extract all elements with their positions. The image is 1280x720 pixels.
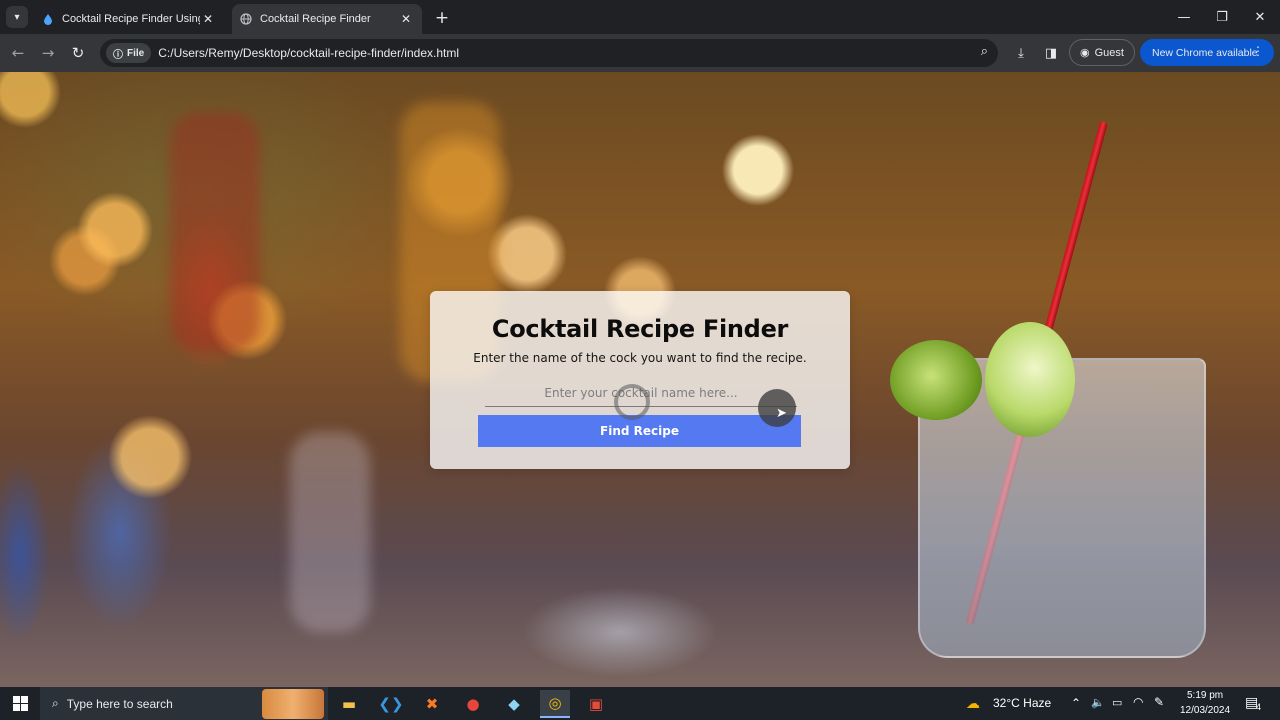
close-icon[interactable]: ✕ [398,11,414,27]
info-icon: ⓘ [113,49,123,61]
profile-label: Guest [1094,46,1124,59]
update-chrome-button[interactable]: New Chrome available ⋮ [1140,39,1274,66]
arrow-right-icon: → [41,44,55,62]
page-title: Cocktail Recipe Finder [491,315,789,343]
vscode-icon[interactable]: ❮❯ [376,690,406,718]
search-highlight-image [262,689,324,719]
drop-favicon-icon [44,14,52,25]
site-info-label: File [127,47,145,59]
click-ring-indicator [614,384,650,420]
minimize-icon: — [1177,9,1191,25]
find-recipe-button[interactable]: Find Recipe [478,415,801,447]
update-label: New Chrome available [1152,46,1258,59]
clock-date[interactable]: 12/03/2024 [1180,705,1230,716]
restore-button[interactable]: ❐ [1211,6,1233,28]
chrome-alt-icon[interactable]: ● [458,690,488,718]
close-icon: ✕ [1254,9,1266,25]
background-bottle [170,112,260,352]
reload-button[interactable]: ↻ [67,42,89,64]
search-placeholder: Type here to search [66,696,173,711]
app-red-icon[interactable]: ▣ [581,690,611,718]
tab-search-button[interactable]: ▾ [6,6,28,28]
close-window-button[interactable]: ✕ [1249,6,1271,28]
battery-icon[interactable]: ▭ [1112,696,1122,709]
lime-slice [985,322,1075,437]
address-bar[interactable]: ⓘ File C:/Users/Remy/Desktop/cocktail-re… [100,39,998,67]
volume-icon[interactable]: 🔈 [1091,696,1105,709]
arrow-left-icon: ← [11,44,25,62]
reload-icon: ↻ [71,44,85,62]
mouse-pointer-icon: ➤ [776,406,787,421]
back-button[interactable]: ← [7,42,29,64]
notification-count: 4 [1256,702,1262,712]
download-button[interactable]: ⤓ [1010,42,1032,64]
page-subtitle: Enter the name of the cock you want to f… [473,351,807,365]
background-bottle [290,432,370,632]
download-icon: ⤓ [1018,45,1024,61]
forward-button[interactable]: → [37,42,59,64]
windows-taskbar: ⌕ Type here to search ▬ ❮❯ ✖ ● ◆ ◎ ▣ ☁ 3… [0,687,1280,720]
restore-icon: ❐ [1216,9,1228,25]
pen-icon[interactable]: ✎ [1154,695,1164,709]
page-viewport: Cocktail Recipe Finder Enter the name of… [0,72,1280,687]
new-tab-button[interactable]: + [432,8,452,28]
tab-cocktail-recipe-finder-tutorial[interactable]: Cocktail Recipe Finder Using HT ✕ [34,4,224,34]
more-vert-icon[interactable]: ⋮ [1252,44,1264,58]
person-icon: ◉ [1080,47,1090,59]
site-info-chip[interactable]: ⓘ File [106,43,152,63]
tab-cocktail-recipe-finder[interactable]: Cocktail Recipe Finder ✕ [232,4,422,34]
side-panel-icon: ◨ [1044,45,1058,61]
plus-icon: + [434,8,450,28]
chevron-up-icon[interactable]: ⌃ [1071,696,1081,710]
zoom-magnifier-icon[interactable]: ⌕ [981,44,988,59]
taskbar-search[interactable]: ⌕ Type here to search [40,687,328,720]
browser-toolbar: ← → ↻ ⓘ File C:/Users/Remy/Desktop/cockt… [0,34,1280,72]
url-text[interactable]: C:/Users/Remy/Desktop/cocktail-recipe-fi… [158,46,459,60]
tab-strip: ▾ Cocktail Recipe Finder Using HT ✕ Cock… [0,0,1280,34]
chevron-down-icon: ▾ [14,11,20,23]
clock-time[interactable]: 5:19 pm [1187,690,1223,701]
weather-icon: ☁ [966,695,980,711]
windows-logo-icon [12,696,28,711]
side-panel-button[interactable]: ◨ [1040,42,1062,64]
start-button[interactable] [0,687,40,720]
close-icon[interactable]: ✕ [200,11,216,27]
tab-title: Cocktail Recipe Finder Using HT [62,13,200,25]
globe-icon [240,13,252,25]
recipe-finder-card: Cocktail Recipe Finder Enter the name of… [430,291,850,469]
profile-button[interactable]: ◉ Guest [1069,39,1135,66]
wifi-icon[interactable]: ◠ [1133,695,1143,709]
file-explorer-icon[interactable]: ▬ [334,690,364,718]
tab-title: Cocktail Recipe Finder [260,13,371,25]
weather-text[interactable]: 32°C Haze [993,696,1051,710]
notepad-icon[interactable]: ◆ [499,690,529,718]
search-icon: ⌕ [52,696,59,710]
chrome-icon[interactable]: ◎ [540,690,570,718]
xampp-icon[interactable]: ✖ [417,690,447,718]
minimize-button[interactable]: — [1173,6,1195,28]
lime-wedge [890,340,982,420]
